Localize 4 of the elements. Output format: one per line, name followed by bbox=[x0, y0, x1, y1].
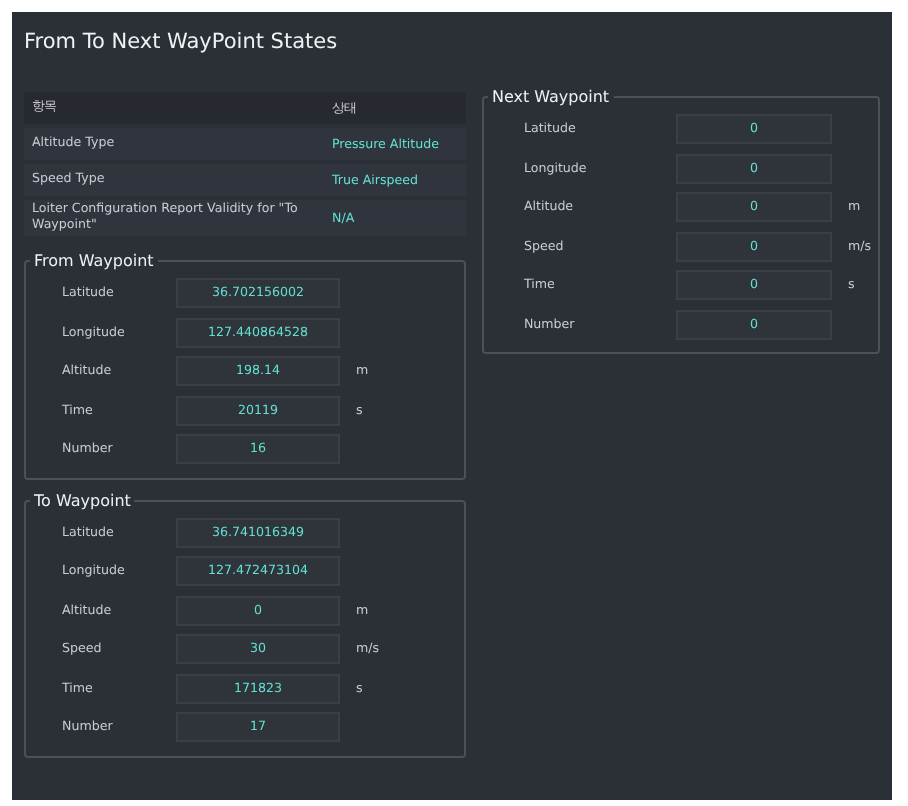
window-title: From To Next WayPoint States bbox=[24, 28, 340, 58]
group-title: Next Waypoint bbox=[489, 88, 612, 106]
group-title: To Waypoint bbox=[32, 491, 133, 509]
group-title: From Waypoint bbox=[32, 252, 156, 270]
